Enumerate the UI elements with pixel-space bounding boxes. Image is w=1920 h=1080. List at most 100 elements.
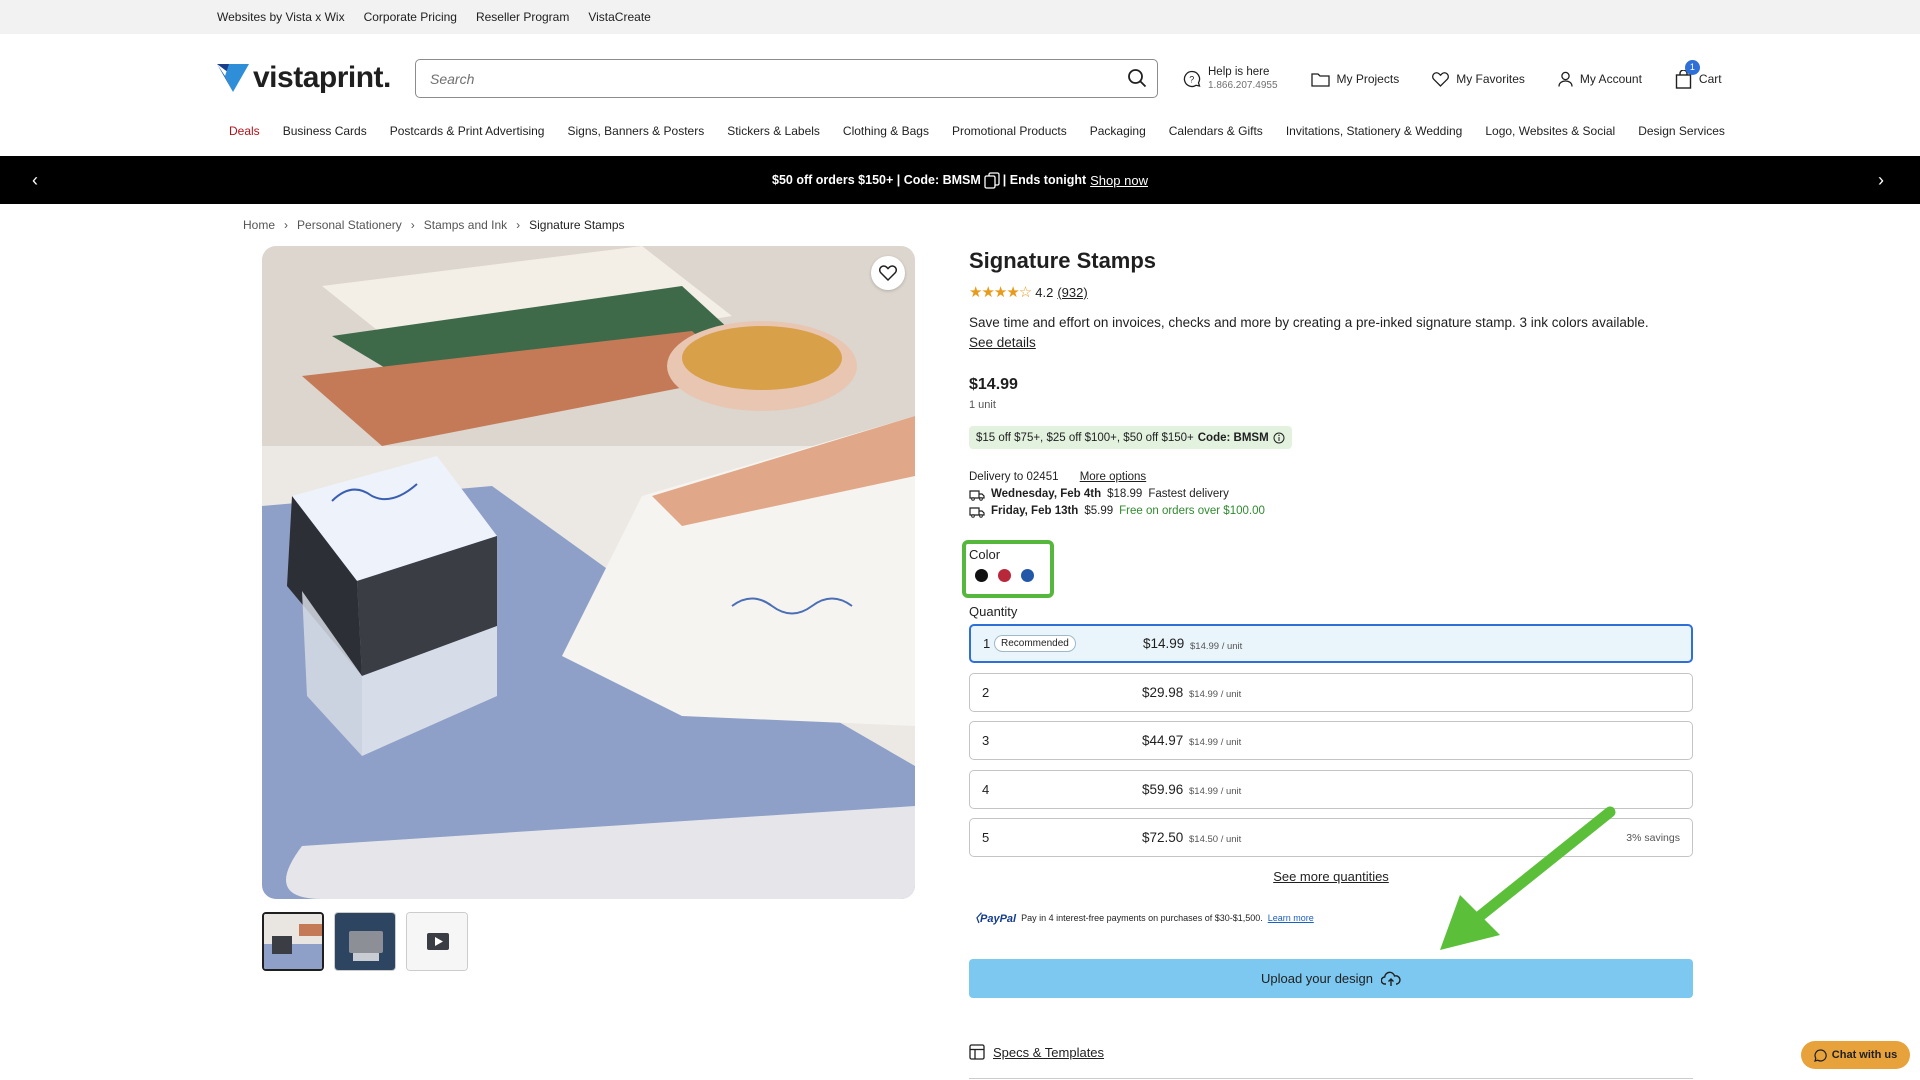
color-swatch-red[interactable] [998, 569, 1011, 582]
util-link-vistacreate[interactable]: VistaCreate [588, 10, 650, 24]
promo-next-icon[interactable]: › [1878, 170, 1884, 191]
thumbnail-strip [262, 912, 468, 971]
quantity-unit-price: $14.99 / unit [1189, 785, 1242, 797]
more-options-link[interactable]: More options [1080, 471, 1146, 483]
vistaprint-logo[interactable]: vistaprint. [217, 61, 391, 95]
breadcrumb-current: Signature Stamps [529, 218, 625, 232]
user-icon [1558, 71, 1573, 87]
delivery-info: Delivery to 02451 More options Wednesday… [969, 469, 1265, 520]
product-image[interactable] [262, 246, 915, 899]
util-link-corporate[interactable]: Corporate Pricing [364, 10, 457, 24]
delivery-price: $18.99 [1107, 488, 1143, 500]
heart-icon [879, 265, 897, 281]
nav-item-promotional[interactable]: Promotional Products [952, 124, 1067, 138]
paypal-learn-more-link[interactable]: Learn more [1268, 913, 1314, 923]
chevron-right-icon: › [284, 218, 289, 232]
rating-value: 4.2 [1035, 284, 1054, 300]
quantity-total: $14.99 [1143, 636, 1185, 651]
rating[interactable]: ★★★★☆ 4.2 (932) [969, 283, 1088, 301]
info-icon[interactable] [1273, 432, 1285, 444]
divider [969, 1078, 1693, 1079]
product-price: $14.99 [969, 376, 1018, 393]
quantity-total: $72.50 [1142, 830, 1184, 845]
breadcrumb-home[interactable]: Home [243, 218, 275, 232]
quantity-number: 5 [982, 830, 990, 845]
delivery-option-standard: Friday, Feb 13th $5.99 Free on orders ov… [969, 503, 1265, 520]
upload-design-label: Upload your design [1260, 971, 1374, 986]
category-nav: Deals Business Cards Postcards & Print A… [229, 124, 1725, 138]
color-swatch-black[interactable] [975, 569, 988, 582]
search-input[interactable] [416, 60, 1106, 97]
promo-prev-icon[interactable]: ‹ [32, 170, 38, 191]
nav-item-logo-websites[interactable]: Logo, Websites & Social [1485, 124, 1615, 138]
cart-label: Cart [1698, 72, 1722, 86]
util-link-wix[interactable]: Websites by Vista x Wix [217, 10, 345, 24]
quantity-option[interactable]: 3 $44.97 $14.99 / unit [969, 721, 1693, 760]
specs-templates-link[interactable]: Specs & Templates [969, 1044, 1104, 1060]
thumbnail-1[interactable] [262, 912, 324, 971]
nav-item-design-services[interactable]: Design Services [1638, 124, 1725, 138]
quantity-option[interactable]: 2 $29.98 $14.99 / unit [969, 672, 1693, 712]
quantity-total: $44.97 [1142, 733, 1184, 748]
svg-text:?: ? [1189, 75, 1194, 85]
nav-item-postcards[interactable]: Postcards & Print Advertising [390, 124, 545, 138]
recommended-badge: Recommended [994, 635, 1076, 652]
utility-bar: Websites by Vista x Wix Corporate Pricin… [0, 0, 1920, 34]
quantity-number: 4 [982, 781, 990, 797]
delivery-date: Friday, Feb 13th [991, 505, 1079, 517]
delivery-date: Wednesday, Feb 4th [991, 488, 1102, 500]
annotation-arrow-icon [1440, 806, 1616, 950]
chat-with-us-button[interactable]: Chat with us [1801, 1041, 1910, 1069]
nav-item-signs[interactable]: Signs, Banners & Posters [567, 124, 704, 138]
promo-shop-now-link[interactable]: Shop now [1090, 173, 1148, 188]
color-swatch-blue[interactable] [1021, 569, 1034, 582]
quantity-unit-price: $14.50 / unit [1189, 834, 1242, 845]
promo-ends-text: | Ends tonight [1002, 173, 1087, 187]
nav-item-calendars[interactable]: Calendars & Gifts [1169, 124, 1263, 138]
header: vistaprint. ? Help is here 1.866.207.495… [0, 34, 1920, 122]
quantity-option[interactable]: 1 Recommended $14.99 $14.99 / unit [969, 624, 1693, 663]
help-icon: ? [1183, 70, 1201, 88]
quantity-unit-price: $14.99 / unit [1189, 737, 1242, 748]
quantity-number: 3 [982, 733, 990, 748]
my-account-link[interactable]: My Account [1558, 71, 1642, 87]
delivery-option-fast: Wednesday, Feb 4th $18.99 Fastest delive… [969, 486, 1265, 503]
cart-count-badge: 1 [1684, 59, 1700, 75]
review-count-link[interactable]: (932) [1057, 285, 1087, 300]
quantity-unit-price: $14.99 / unit [1190, 641, 1243, 652]
copy-code-icon[interactable] [984, 171, 1000, 189]
promo-tag: $15 off $75+, $25 off $100+, $50 off $15… [969, 426, 1292, 449]
my-favorites-link[interactable]: My Favorites [1432, 71, 1525, 87]
nav-item-stickers[interactable]: Stickers & Labels [727, 124, 820, 138]
nav-item-invitations[interactable]: Invitations, Stationery & Wedding [1286, 124, 1463, 138]
color-label: Color [969, 547, 1001, 562]
description-text: Save time and effort on invoices, checks… [969, 315, 1649, 330]
paypal-text: Pay in 4 interest-free payments on purch… [1021, 913, 1263, 923]
thumbnail-2[interactable] [334, 912, 396, 971]
cart-link[interactable]: 1 Cart [1675, 59, 1722, 89]
my-projects-label: My Projects [1336, 72, 1400, 86]
nav-item-business-cards[interactable]: Business Cards [283, 124, 367, 138]
delivery-price: $5.99 [1084, 505, 1114, 517]
breadcrumb-stamps-and-ink[interactable]: Stamps and Ink [424, 218, 507, 232]
upload-design-button[interactable]: Upload your design [969, 959, 1693, 998]
see-details-link[interactable]: See details [969, 333, 1693, 353]
thumbnail-video[interactable] [406, 912, 468, 971]
delivery-zip: Delivery to 02451 [969, 471, 1059, 483]
my-projects-link[interactable]: My Projects [1310, 72, 1400, 87]
quantity-option[interactable]: 4 $59.96 $14.99 / unit [969, 769, 1693, 809]
add-to-favorites-button[interactable] [871, 256, 905, 290]
template-icon [969, 1044, 985, 1060]
truck-icon [969, 506, 985, 518]
help-phone: 1.866.207.4955 [1208, 80, 1278, 91]
nav-item-packaging[interactable]: Packaging [1090, 124, 1146, 138]
quantity-number: 1 [983, 636, 991, 651]
search-icon[interactable] [1127, 68, 1147, 93]
nav-item-deals[interactable]: Deals [229, 124, 260, 138]
breadcrumb-personal-stationery[interactable]: Personal Stationery [297, 218, 402, 232]
quantity-unit-price: $14.99 / unit [1189, 688, 1242, 700]
help-link[interactable]: ? Help is here 1.866.207.4955 [1183, 65, 1278, 93]
nav-item-clothing[interactable]: Clothing & Bags [843, 124, 929, 138]
price-unit: 1 unit [969, 399, 996, 411]
util-link-reseller[interactable]: Reseller Program [476, 10, 569, 24]
